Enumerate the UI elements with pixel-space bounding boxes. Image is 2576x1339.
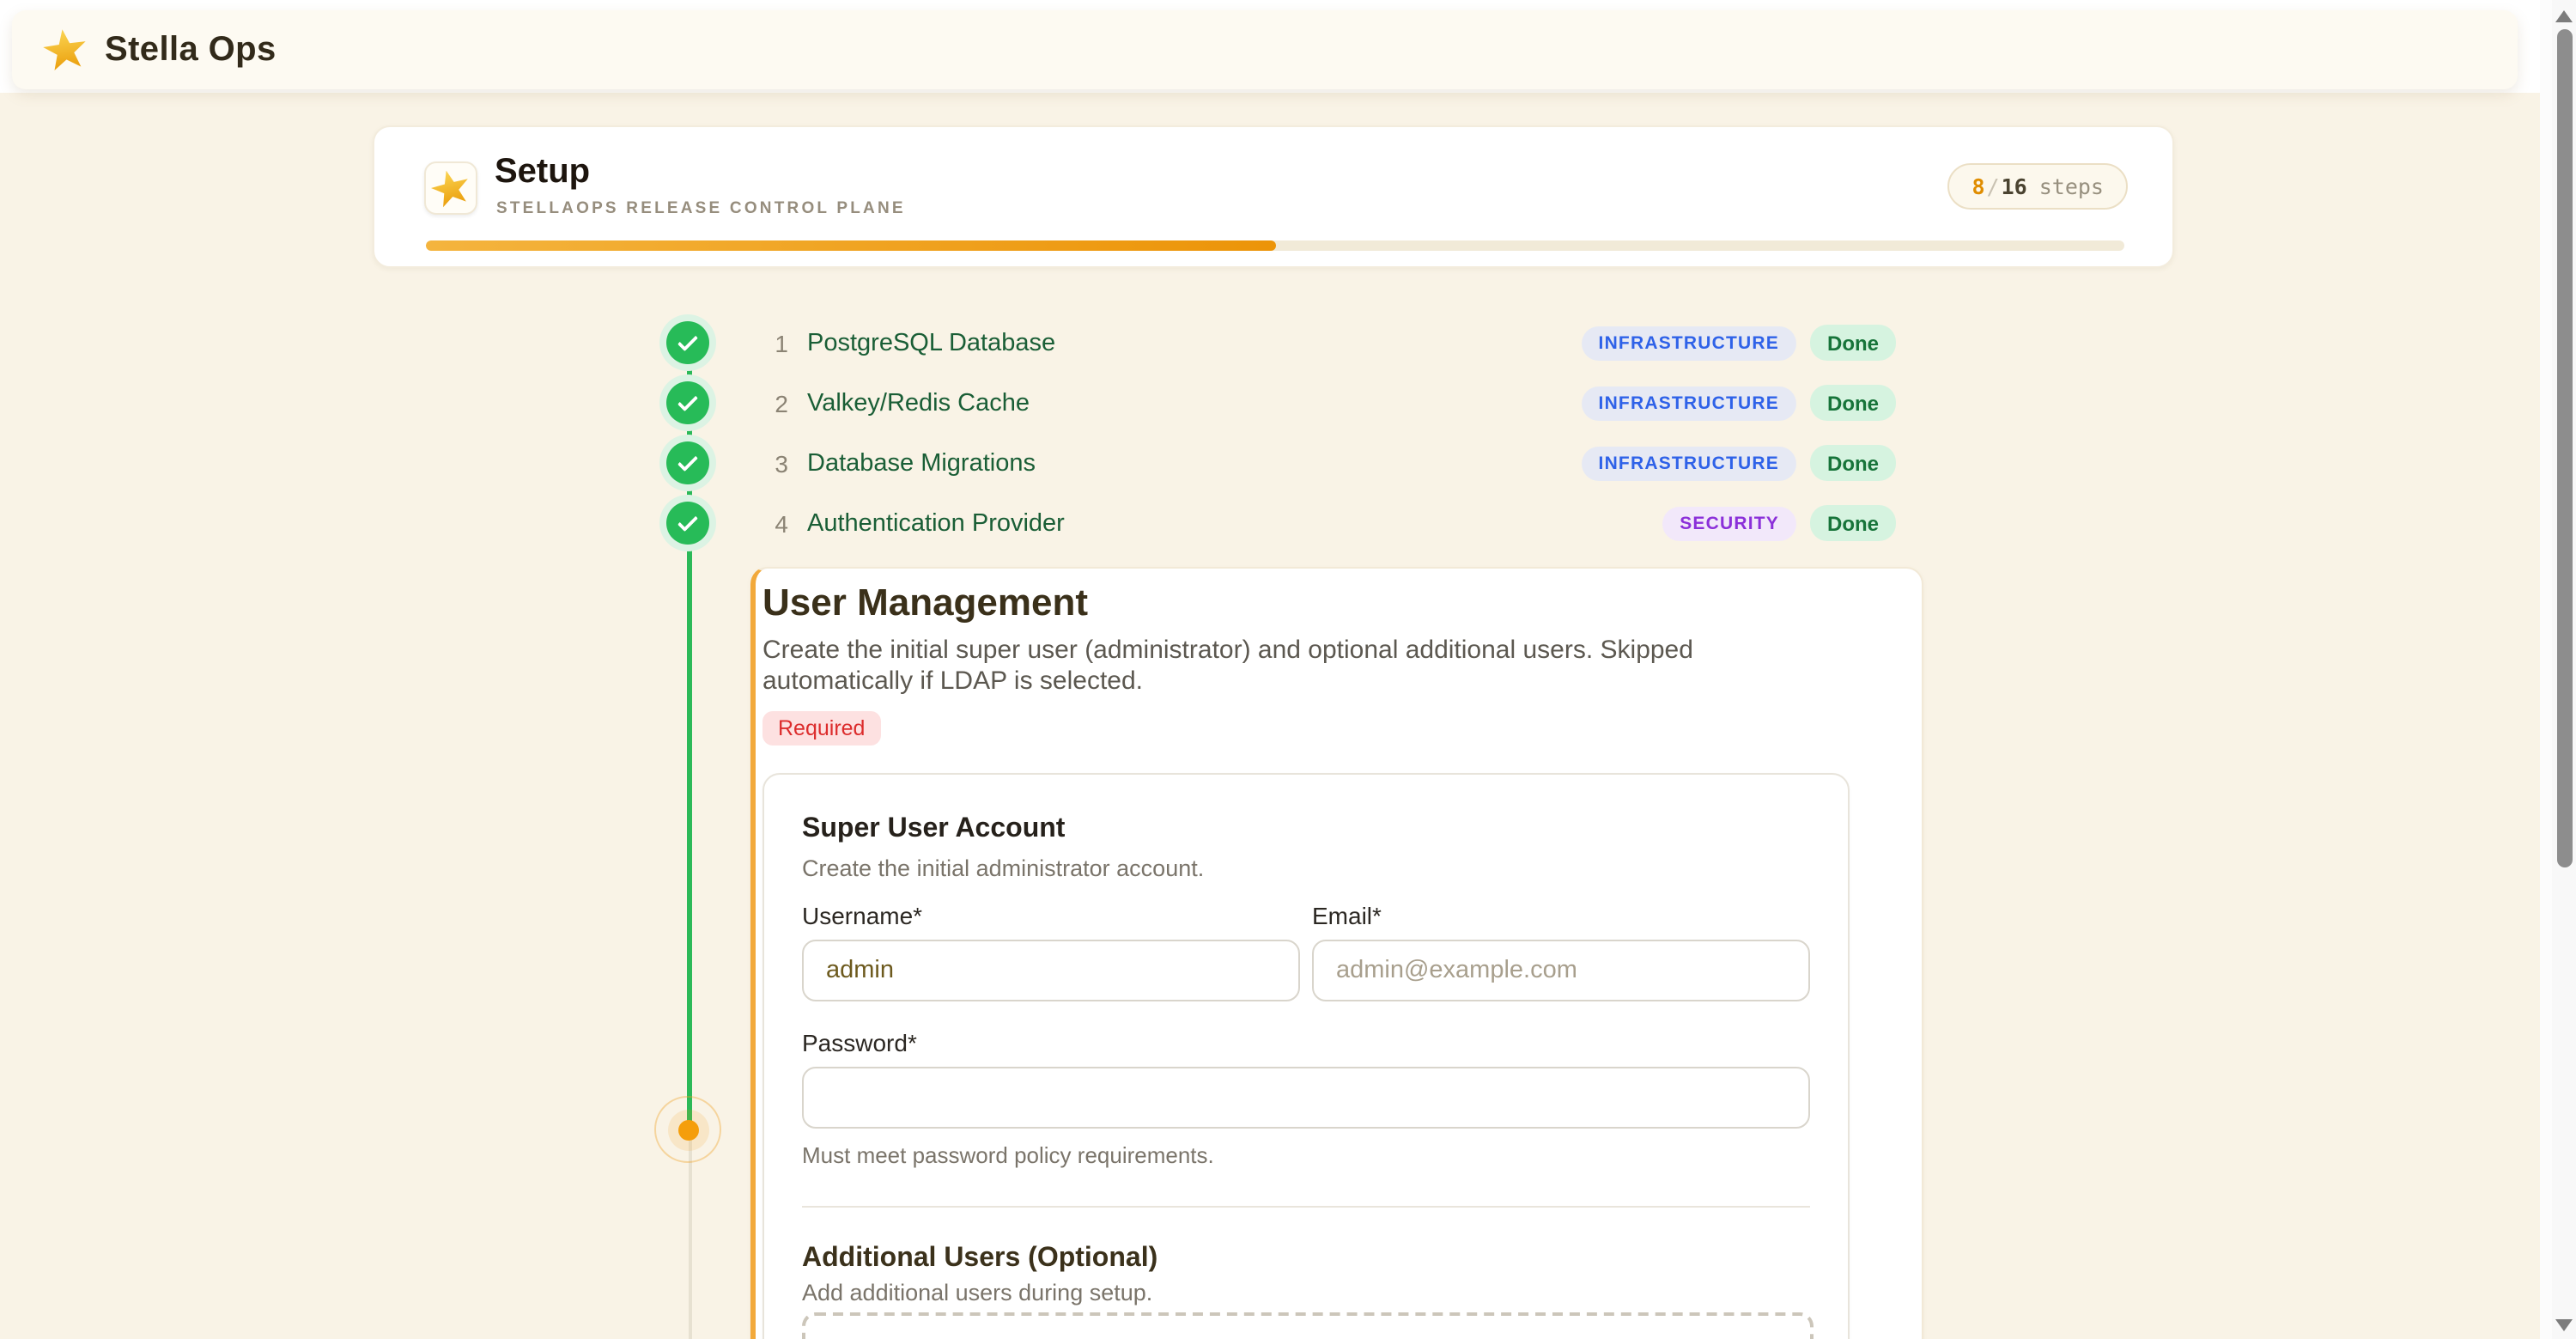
additional-users-subtitle: Add additional users during setup. <box>802 1280 1810 1306</box>
step-row-valkey-redis[interactable]: 2 Valkey/Redis Cache INFRASTRUCTURE Done <box>666 373 1896 433</box>
status-badge: Done <box>1810 505 1896 541</box>
section-description-line2: automatically if LDAP is selected. <box>762 666 1143 695</box>
password-input[interactable] <box>802 1067 1810 1129</box>
username-email-row: Username* Email* <box>802 902 1810 1001</box>
progress-fill <box>426 240 1275 250</box>
scroll-up-icon[interactable] <box>2555 10 2573 22</box>
step-number: 1 <box>768 329 788 356</box>
section-description-line1: Create the initial super user (administr… <box>762 636 1693 665</box>
setup-logo-tile <box>424 161 477 215</box>
check-icon <box>677 510 698 531</box>
scroll-down-icon[interactable] <box>2555 1319 2573 1331</box>
steps-count-badge: 8 / 16 steps <box>1947 163 2128 210</box>
check-icon <box>677 330 698 350</box>
step-complete-icon <box>666 502 709 545</box>
step-row-auth-provider[interactable]: 4 Authentication Provider SECURITY Done <box>666 493 1896 553</box>
step-row-postgresql[interactable]: 1 PostgreSQL Database INFRASTRUCTURE Don… <box>666 313 1896 373</box>
section-description: Create the initial super user (administr… <box>762 636 1922 696</box>
setup-title: Setup <box>495 153 590 192</box>
setup-subtitle: STELLAOPS RELEASE CONTROL PLANE <box>496 199 906 218</box>
user-management-section: User Management Create the initial super… <box>750 567 1923 1339</box>
super-user-subtitle: Create the initial administrator account… <box>802 855 1810 881</box>
add-another-user-button[interactable]: + Add Another User <box>802 1312 1814 1339</box>
stellaops-logo-icon <box>40 26 90 75</box>
step-complete-icon <box>666 381 709 424</box>
status-badge: Done <box>1810 445 1896 481</box>
progress-bar <box>426 240 2124 250</box>
steps-list: 1 PostgreSQL Database INFRASTRUCTURE Don… <box>666 313 1896 553</box>
status-badge: Done <box>1810 385 1896 421</box>
step-title: Database Migrations <box>807 449 1036 477</box>
section-divider <box>802 1206 1810 1208</box>
email-input[interactable] <box>1312 940 1810 1001</box>
step-number: 3 <box>768 449 788 477</box>
required-badge: Required <box>762 711 880 746</box>
step-number: 2 <box>768 389 788 417</box>
super-user-title: Super User Account <box>802 813 1810 845</box>
current-step-marker <box>678 1120 699 1141</box>
setup-progress-card: Setup STELLAOPS RELEASE CONTROL PLANE 8 … <box>373 125 2174 268</box>
check-icon <box>677 390 698 411</box>
category-badge: INFRASTRUCTURE <box>1582 446 1796 480</box>
password-help-text: Must meet password policy requirements. <box>802 1142 1810 1168</box>
step-row-db-migrations[interactable]: 3 Database Migrations INFRASTRUCTURE Don… <box>666 433 1896 493</box>
password-label: Password* <box>802 1029 1810 1056</box>
check-icon <box>677 450 698 471</box>
steps-unit: steps <box>2039 173 2104 199</box>
username-label: Username* <box>802 902 1300 929</box>
scrollbar-thumb[interactable] <box>2556 29 2572 867</box>
step-complete-icon <box>666 321 709 364</box>
top-bar: Stella Ops <box>12 10 2518 89</box>
step-number: 4 <box>768 509 788 537</box>
email-label: Email* <box>1312 902 1810 929</box>
steps-slash: / <box>1987 173 2000 199</box>
category-badge: SECURITY <box>1662 506 1796 540</box>
steps-current: 8 <box>1971 173 1984 199</box>
setup-page: Stella Ops Setup STELLAOPS RELEASE CONTR… <box>0 0 2576 1339</box>
steps-total: 16 <box>2002 173 2027 199</box>
status-badge: Done <box>1810 325 1896 361</box>
category-badge: INFRASTRUCTURE <box>1582 326 1796 360</box>
section-title: User Management <box>762 581 1922 625</box>
step-title: Valkey/Redis Cache <box>807 389 1030 417</box>
step-title: PostgreSQL Database <box>807 329 1055 356</box>
setup-star-icon <box>427 165 474 211</box>
brand-title: Stella Ops <box>105 30 276 70</box>
super-user-card: Super User Account Create the initial ad… <box>762 773 1850 1339</box>
step-title: Authentication Provider <box>807 509 1065 537</box>
step-complete-icon <box>666 441 709 484</box>
scrollbar <box>2540 0 2576 1339</box>
additional-users-title: Additional Users (Optional) <box>802 1242 1810 1275</box>
category-badge: INFRASTRUCTURE <box>1582 386 1796 420</box>
username-input[interactable] <box>802 940 1300 1001</box>
